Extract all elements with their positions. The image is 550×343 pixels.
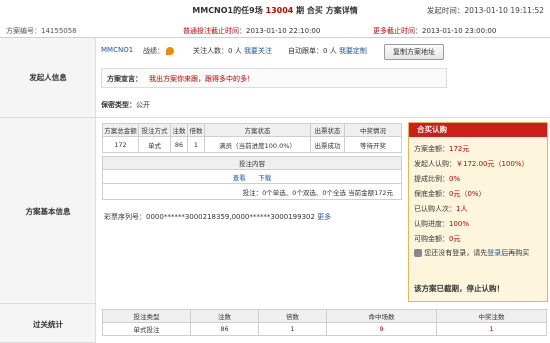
- record: 战绩：: [143, 46, 175, 56]
- lock-icon: [414, 249, 422, 257]
- scheme-table: 方案总金额 投注方式 注数 倍数 方案状态 出票状态 中奖情况 172 单式 8…: [102, 123, 402, 153]
- table-row: 172 单式 86 1 满员（当前进度100.0%） 出票成功 等待开奖: [102, 136, 402, 153]
- issue-number: 13004: [265, 6, 294, 15]
- initiator-buy: 发起人认购：￥172.00元（100%）: [414, 160, 529, 168]
- flame-icon: [166, 47, 175, 55]
- table-row: 单式投注 86 1 9 1: [102, 322, 547, 336]
- total-amount: 方案金额：172元: [414, 145, 470, 153]
- followers: 关注人数：0 人 我要关注: [193, 47, 272, 55]
- pass-stats-section-label: 过关统计: [0, 304, 96, 343]
- bet-summary: 投注：0个单选、0个双选、0个全选 当前金额172元: [102, 183, 402, 200]
- launch-time: 发起时间：2013-01-10 19:11:52: [426, 6, 544, 15]
- page-header: MMCNO1的任9场 13004 期 合买 方案详情 发起时间：2013-01-…: [0, 0, 550, 38]
- login-hint: 您还没有登录，请先登录后再购买: [414, 248, 529, 258]
- initiator-username[interactable]: MMCNO1: [101, 46, 133, 54]
- declaration-box: 方案宣言： 我出方案你来跟，跟得多中的多！: [101, 68, 447, 88]
- login-link[interactable]: 登录: [487, 249, 501, 257]
- pass-stats-header: 投注类型 注数 倍数 命中场数 中奖注数: [102, 309, 547, 323]
- closed-notice: 该方案已截期，停止认购！: [414, 284, 504, 293]
- initiator-section-label: 发起人信息: [0, 38, 96, 118]
- commission: 提成比例：0%: [414, 175, 461, 183]
- buy-panel-title: 合买认购: [409, 123, 547, 137]
- guarantee: 保底金额：0元（0%）: [414, 190, 486, 198]
- customize-link[interactable]: 我要定制: [339, 47, 367, 55]
- scheme-table-header: 方案总金额 投注方式 注数 倍数 方案状态 出票状态 中奖情况: [102, 123, 402, 137]
- follow-link[interactable]: 我要关注: [244, 47, 272, 55]
- declare-text: 我出方案你来跟，跟得多中的多！: [149, 75, 254, 83]
- secrecy: 保密类型：公开: [101, 101, 150, 109]
- copy-address-button[interactable]: 复制方案地址: [384, 44, 444, 60]
- declare-label: 方案宣言：: [107, 75, 142, 83]
- subscribers: 已认购人次：1人: [414, 205, 468, 213]
- buy-progress: 认购进度：100%: [414, 220, 470, 228]
- basic-section-label: 方案基本信息: [0, 118, 96, 304]
- ticket-serials: 彩票序列号：0000******3000218359,0000******300…: [104, 213, 332, 221]
- scheme-code: 方案编号：14155058: [6, 27, 77, 35]
- bet-content-table: 投注内容 查看 下载 投注：0个单选、0个双选、0个全选 当前金额172元: [102, 156, 402, 200]
- normal-deadline: 普通投注截止时间：2013-01-10 22:10:00: [183, 27, 321, 35]
- divider: [96, 117, 550, 118]
- download-link[interactable]: 下载: [258, 174, 271, 182]
- auto-follow: 自动跟单：0 人 我要定制: [288, 47, 367, 55]
- bet-content-header: 投注内容: [102, 156, 402, 170]
- pass-stats-table: 投注类型 注数 倍数 命中场数 中奖注数 单式投注 86 1 9 1: [102, 309, 547, 336]
- available-amount: 可购金额：0元: [414, 235, 461, 243]
- buy-panel: 合买认购 方案金额：172元 发起人认购：￥172.00元（100%） 提成比例…: [408, 122, 548, 302]
- more-deadline: 更多截止时间：2013-01-10 23:00:00: [373, 27, 497, 35]
- view-link[interactable]: 查看: [233, 174, 246, 182]
- more-link[interactable]: 更多: [317, 213, 331, 221]
